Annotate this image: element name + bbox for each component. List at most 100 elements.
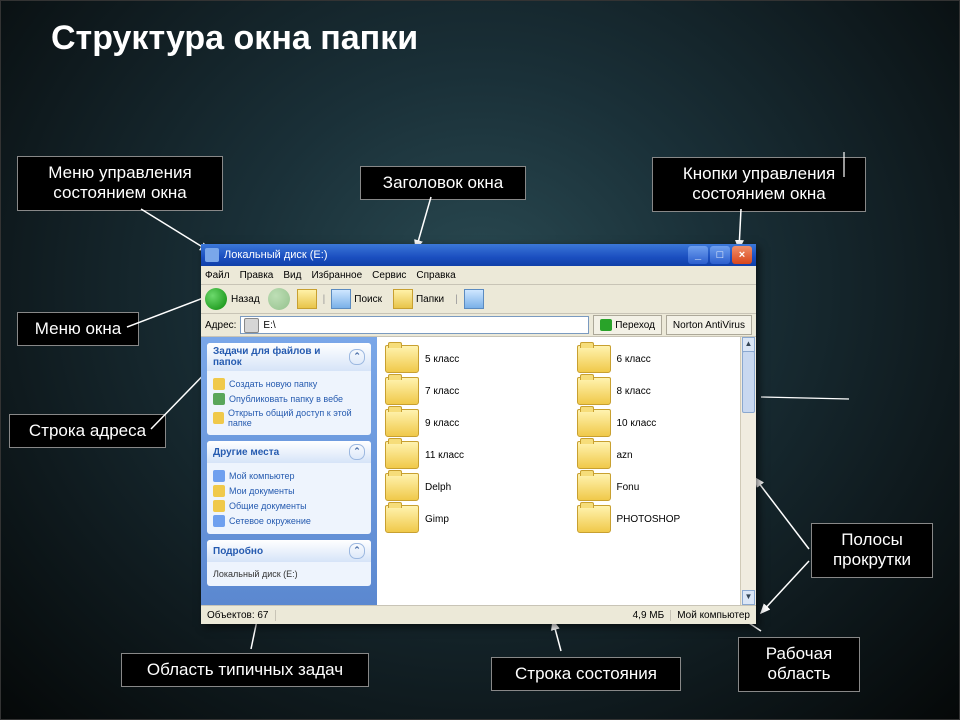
collapse-icon[interactable]: ⌃ — [349, 543, 365, 559]
menu-edit[interactable]: Правка — [240, 270, 274, 281]
folder-item[interactable]: 11 класс — [385, 441, 557, 469]
folder-item[interactable]: 7 класс — [385, 377, 557, 405]
address-label: Адрес: — [205, 320, 236, 331]
folder-item[interactable]: 5 класс — [385, 345, 557, 373]
scroll-thumb[interactable] — [742, 351, 755, 413]
back-button[interactable] — [205, 288, 227, 310]
window-titlebar[interactable]: Локальный диск (E:) _ □ × — [201, 244, 756, 266]
place-link[interactable]: Мои документы — [213, 485, 365, 497]
folder-icon — [577, 505, 611, 533]
scroll-up-icon[interactable]: ▲ — [742, 337, 755, 352]
callout-wincontrols: Кнопки управления состоянием окна — [652, 157, 866, 212]
folder-item[interactable]: 10 класс — [577, 409, 749, 437]
callout-workarea: Рабочая область — [738, 637, 860, 692]
collapse-icon[interactable]: ⌃ — [349, 349, 365, 365]
folder-icon — [385, 409, 419, 437]
scroll-down-icon[interactable]: ▼ — [742, 590, 755, 605]
folder-item[interactable]: 6 класс — [577, 345, 749, 373]
folder-label: 9 класс — [425, 418, 459, 429]
views-button[interactable] — [464, 289, 484, 309]
vertical-scrollbar[interactable]: ▲ ▼ — [740, 337, 756, 605]
go-icon — [600, 319, 612, 331]
folder-item[interactable]: Fonu — [577, 473, 749, 501]
callout-tasks: Область типичных задач — [121, 653, 369, 687]
folder-label: Gimp — [425, 514, 449, 525]
folder-label: 5 класс — [425, 354, 459, 365]
system-menu-icon[interactable] — [205, 248, 219, 262]
task-link[interactable]: Создать новую папку — [213, 378, 365, 390]
folder-icon — [385, 473, 419, 501]
status-size: 4,9 МБ — [633, 610, 672, 621]
address-value: E:\ — [263, 320, 275, 331]
details-title: Подробно — [213, 546, 263, 557]
tasks-panel: Задачи для файлов и папок⌃ Создать новую… — [207, 343, 371, 435]
window-title: Локальный диск (E:) — [224, 249, 328, 261]
toolbar: Назад | Поиск Папки | — [201, 285, 756, 314]
status-location: Мой компьютер — [677, 610, 750, 621]
status-objects: Объектов: 67 — [207, 610, 276, 621]
folder-item[interactable]: azn — [577, 441, 749, 469]
content-area[interactable]: 5 класс 6 класс 7 класс 8 класс 9 класс 10 кл… — [377, 337, 756, 605]
details-panel: Подробно ⌃ Локальный диск (E:) — [207, 540, 371, 586]
minimize-button[interactable]: _ — [688, 246, 708, 264]
menu-file[interactable]: Файл — [205, 270, 230, 281]
folders-icon[interactable] — [393, 289, 413, 309]
folder-icon — [577, 473, 611, 501]
task-link[interactable]: Открыть общий доступ к этой папке — [213, 408, 365, 428]
folder-item[interactable]: Delph — [385, 473, 557, 501]
maximize-button[interactable]: □ — [710, 246, 730, 264]
folder-label: azn — [617, 450, 633, 461]
details-text: Локальный диск (E:) — [213, 569, 365, 579]
folder-icon — [577, 345, 611, 373]
folders-label[interactable]: Папки — [416, 294, 444, 305]
folder-label: PHOTOSHOP — [617, 514, 681, 525]
task-link[interactable]: Опубликовать папку в вебе — [213, 393, 365, 405]
folder-label: 10 класс — [617, 418, 657, 429]
folder-icon — [577, 377, 611, 405]
place-link[interactable]: Общие документы — [213, 500, 365, 512]
menu-help[interactable]: Справка — [416, 270, 455, 281]
explorer-window: Локальный диск (E:) _ □ × Файл Правка Ви… — [201, 244, 756, 624]
folder-icon — [577, 409, 611, 437]
places-panel: Другие места ⌃ Мой компьютер Мои документ… — [207, 441, 371, 534]
go-button[interactable]: Переход — [593, 315, 662, 335]
address-bar: Адрес: E:\ Переход Norton AntiVirus — [201, 314, 756, 337]
places-title: Другие места — [213, 447, 279, 458]
callout-scroll: Полосы прокрутки — [811, 523, 933, 578]
up-button[interactable] — [297, 289, 317, 309]
folder-item[interactable]: Gimp — [385, 505, 557, 533]
callout-address: Строка адреса — [9, 414, 166, 448]
slide: Структура окна папки Меню управления сос… — [0, 0, 960, 720]
place-link[interactable]: Мой компьютер — [213, 470, 365, 482]
folder-label: 6 класс — [617, 354, 651, 365]
search-icon[interactable] — [331, 289, 351, 309]
folder-icon — [385, 505, 419, 533]
folder-label: 8 класс — [617, 386, 651, 397]
folder-label: 11 класс — [425, 450, 464, 461]
place-link[interactable]: Сетевое окружение — [213, 515, 365, 527]
callout-titlebar: Заголовок окна — [360, 166, 526, 200]
menu-favorites[interactable]: Избранное — [311, 270, 362, 281]
folder-icon — [385, 345, 419, 373]
folder-item[interactable]: 8 класс — [577, 377, 749, 405]
search-label[interactable]: Поиск — [354, 294, 382, 305]
folder-label: Fonu — [617, 482, 640, 493]
folder-icon — [385, 441, 419, 469]
forward-button[interactable] — [268, 288, 290, 310]
menu-tools[interactable]: Сервис — [372, 270, 406, 281]
norton-button[interactable]: Norton AntiVirus — [666, 315, 752, 335]
address-field[interactable]: E:\ — [240, 316, 589, 334]
menu-view[interactable]: Вид — [283, 270, 301, 281]
folder-icon — [385, 377, 419, 405]
callout-menubar: Меню окна — [17, 312, 139, 346]
back-label[interactable]: Назад — [231, 294, 260, 305]
drive-icon — [244, 318, 259, 333]
callout-status: Строка состояния — [491, 657, 681, 691]
slide-title: Структура окна папки — [51, 19, 418, 58]
menu-bar: Файл Правка Вид Избранное Сервис Справка — [201, 266, 756, 285]
close-button[interactable]: × — [732, 246, 752, 264]
callout-sysmenu: Меню управления состоянием окна — [17, 156, 223, 211]
folder-item[interactable]: PHOTOSHOP — [577, 505, 749, 533]
folder-item[interactable]: 9 класс — [385, 409, 557, 437]
collapse-icon[interactable]: ⌃ — [349, 444, 365, 460]
